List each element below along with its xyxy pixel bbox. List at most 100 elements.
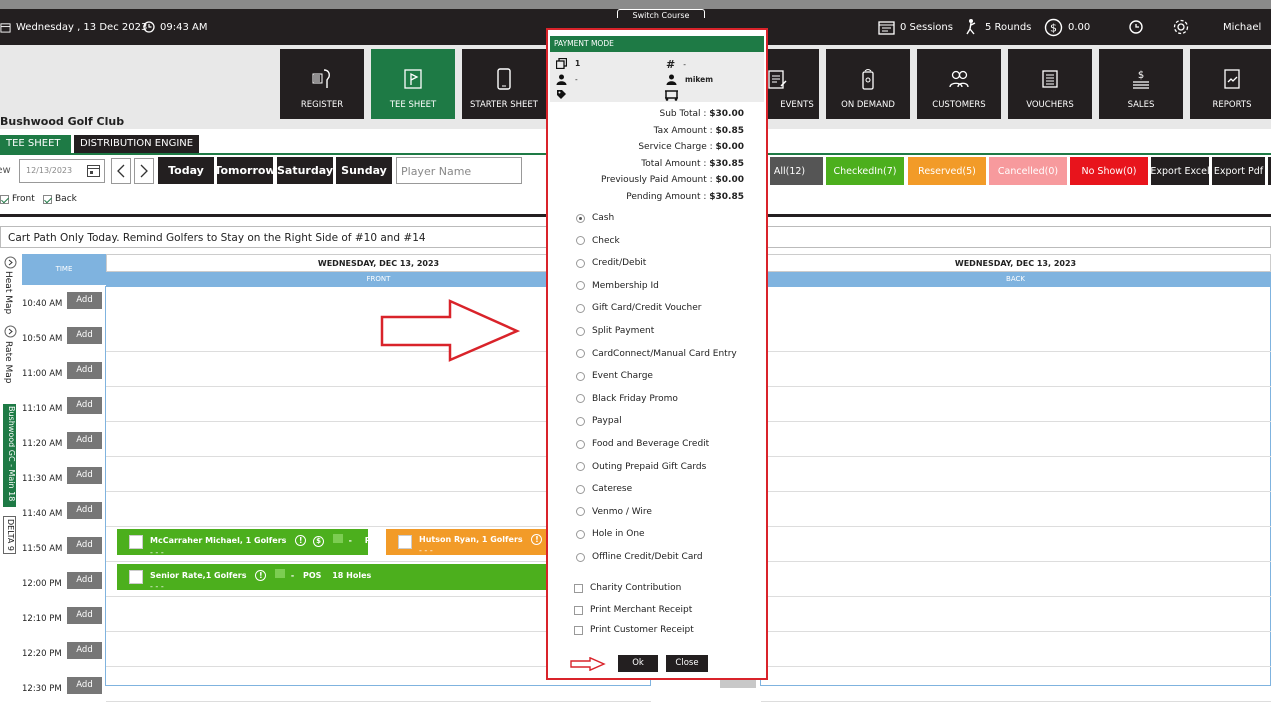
- radio-button[interactable]: [576, 349, 585, 359]
- next-day-button[interactable]: [134, 158, 154, 184]
- payment-option[interactable]: Cash: [576, 213, 614, 223]
- tomorrow-button[interactable]: Tomorrow: [214, 157, 276, 184]
- add-booking-button[interactable]: Add: [67, 327, 102, 344]
- filter-reserved[interactable]: Reserved(5): [908, 157, 986, 185]
- add-booking-button[interactable]: Add: [67, 362, 102, 379]
- booking-mccarraher[interactable]: McCarraher Michael, 1 Golfers ! $ - POS …: [117, 529, 383, 557]
- prev-day-button[interactable]: [111, 158, 131, 184]
- course-tab[interactable]: Bushwood GC - Main 18: [3, 404, 16, 507]
- payment-option[interactable]: Venmo / Wire: [576, 507, 652, 517]
- nav-sales[interactable]: $ SALES: [1099, 49, 1183, 119]
- filter-checkedin[interactable]: CheckedIn(7): [826, 157, 904, 185]
- radio-button[interactable]: [576, 213, 585, 223]
- ok-button[interactable]: Ok: [618, 655, 658, 672]
- checkbox[interactable]: [574, 625, 583, 635]
- payment-option[interactable]: Outing Prepaid Gift Cards: [576, 462, 706, 472]
- payment-option[interactable]: Hole in One: [576, 529, 645, 539]
- calendar-icon[interactable]: [86, 163, 101, 178]
- back-checkbox[interactable]: Back: [43, 194, 77, 204]
- rate-map-label[interactable]: Rate Map: [3, 341, 13, 384]
- heat-map-label[interactable]: Heat Map: [3, 271, 13, 314]
- nav-tee-sheet[interactable]: TEE SHEET: [371, 49, 455, 119]
- payment-option[interactable]: Membership Id: [576, 281, 659, 291]
- payment-option[interactable]: Food and Beverage Credit: [576, 439, 709, 449]
- payment-option[interactable]: Event Charge: [576, 371, 653, 381]
- add-booking-button[interactable]: Add: [67, 432, 102, 449]
- today-button[interactable]: Today: [158, 157, 214, 184]
- radio-button[interactable]: [576, 394, 585, 404]
- radio-button[interactable]: [576, 507, 585, 517]
- radio-button[interactable]: [576, 416, 585, 426]
- payment-option[interactable]: Black Friday Promo: [576, 394, 678, 404]
- add-booking-button[interactable]: Add: [67, 397, 102, 414]
- booking-select-checkbox[interactable]: [129, 535, 143, 549]
- sessions-counter[interactable]: 0 Sessions: [878, 9, 953, 45]
- payment-option[interactable]: Gift Card/Credit Voucher: [576, 303, 701, 313]
- radio-button[interactable]: [576, 303, 585, 313]
- radio-button[interactable]: [576, 281, 585, 291]
- radio-button[interactable]: [576, 462, 585, 472]
- add-booking-button[interactable]: Add: [67, 642, 102, 659]
- payment-option[interactable]: CardConnect/Manual Card Entry: [576, 349, 737, 359]
- checkbox[interactable]: [574, 583, 583, 593]
- switch-course-button[interactable]: Switch Course: [617, 9, 705, 18]
- nav-register[interactable]: REGISTER: [280, 49, 364, 119]
- booking-senior-rate[interactable]: Senior Rate,1 Golfers ! - POS 18 Holes -…: [117, 564, 547, 591]
- add-booking-button[interactable]: Add: [67, 607, 102, 624]
- sunday-button[interactable]: Sunday: [336, 157, 392, 184]
- user-name[interactable]: Michael: [1223, 9, 1261, 45]
- annotation-arrow: [380, 299, 520, 362]
- export-excel-button[interactable]: Export Excel: [1150, 157, 1210, 185]
- payment-option[interactable]: Paypal: [576, 416, 622, 426]
- nav-on-demand[interactable]: ON DEMAND: [826, 49, 910, 119]
- nav-customers[interactable]: CUSTOMERS: [917, 49, 1001, 119]
- booking-select-checkbox[interactable]: [129, 570, 143, 584]
- export-pdf-button[interactable]: Export Pdf: [1212, 157, 1265, 185]
- rounds-counter[interactable]: 5 Rounds: [962, 9, 1031, 45]
- radio-button[interactable]: [576, 529, 585, 539]
- booking-hutson[interactable]: Hutson Ryan, 1 Golfers ! - - -: [386, 529, 547, 555]
- front-checkbox[interactable]: Front: [0, 194, 35, 204]
- nav-reports[interactable]: REPORTS: [1190, 49, 1271, 119]
- add-booking-button[interactable]: Add: [67, 502, 102, 519]
- dialog-checkbox[interactable]: Charity Contribution: [574, 583, 681, 593]
- checkbox[interactable]: [574, 605, 583, 615]
- filter-cancelled[interactable]: Cancelled(0): [989, 157, 1067, 185]
- radio-button[interactable]: [576, 552, 585, 562]
- balance-display[interactable]: $ 0.00: [1044, 9, 1090, 45]
- tab-tee-sheet[interactable]: TEE SHEET: [0, 135, 71, 153]
- add-booking-button[interactable]: Add: [67, 677, 102, 694]
- nav-starter-sheet[interactable]: STARTER SHEET: [462, 49, 546, 119]
- add-booking-button[interactable]: Add: [67, 572, 102, 589]
- tab-distribution-engine[interactable]: DISTRIBUTION ENGINE: [74, 135, 200, 153]
- date-picker[interactable]: 12/13/2023: [19, 159, 105, 183]
- player-name-input[interactable]: Player Name: [396, 157, 522, 184]
- payment-option[interactable]: Split Payment: [576, 326, 654, 336]
- dialog-checkbox[interactable]: Print Merchant Receipt: [574, 605, 692, 615]
- radio-button[interactable]: [576, 439, 585, 449]
- payment-option[interactable]: Credit/Debit: [576, 258, 646, 268]
- close-button[interactable]: Close: [666, 655, 708, 672]
- expand-icon[interactable]: [4, 325, 17, 338]
- add-booking-button[interactable]: Add: [67, 467, 102, 484]
- expand-icon[interactable]: [4, 256, 17, 269]
- add-booking-button[interactable]: Add: [67, 537, 102, 554]
- radio-button[interactable]: [576, 371, 585, 381]
- filter-all[interactable]: All(12): [770, 157, 823, 185]
- payment-option[interactable]: Caterese: [576, 484, 632, 494]
- radio-button[interactable]: [576, 326, 585, 336]
- saturday-button[interactable]: Saturday: [277, 157, 333, 184]
- radio-button[interactable]: [576, 236, 585, 246]
- filter-noshow[interactable]: No Show(0): [1070, 157, 1148, 185]
- delta-tab[interactable]: DELTA 9: [3, 516, 16, 554]
- radio-button[interactable]: [576, 484, 585, 494]
- history-button[interactable]: [1129, 9, 1143, 45]
- radio-button[interactable]: [576, 258, 585, 268]
- payment-option[interactable]: Offline Credit/Debit Card: [576, 552, 703, 562]
- dialog-checkbox[interactable]: Print Customer Receipt: [574, 625, 694, 635]
- settings-button[interactable]: [1172, 9, 1190, 45]
- add-booking-button[interactable]: Add: [67, 292, 102, 309]
- payment-option[interactable]: Check: [576, 236, 620, 246]
- booking-select-checkbox[interactable]: [398, 535, 412, 549]
- nav-vouchers[interactable]: VOUCHERS: [1008, 49, 1092, 119]
